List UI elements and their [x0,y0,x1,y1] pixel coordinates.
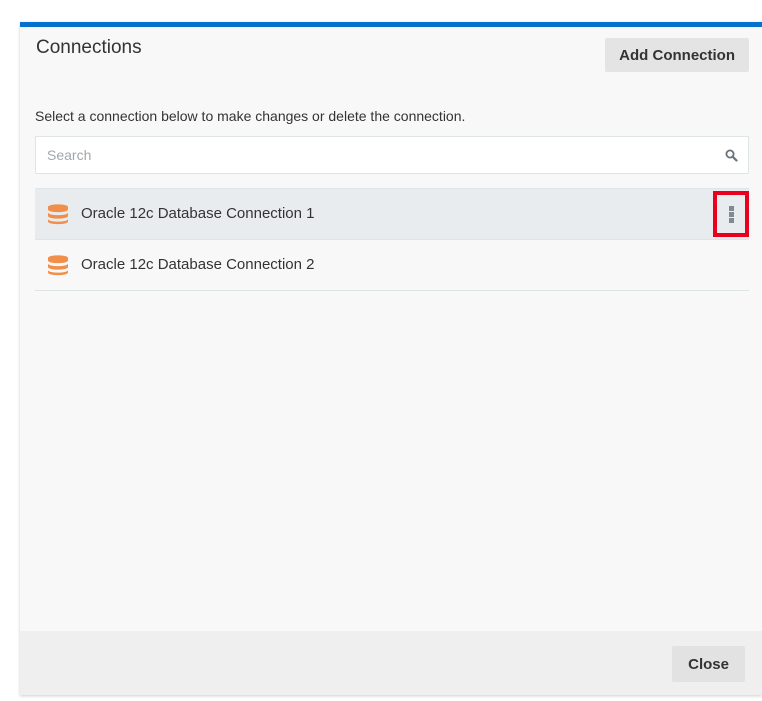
kebab-dot [729,206,734,211]
connections-dialog: Connections Add Connection Select a conn… [20,22,762,695]
search-box [35,136,749,174]
connection-row[interactable]: Oracle 12c Database Connection 1 [35,189,749,240]
database-icon [48,204,68,225]
close-button[interactable]: Close [672,646,745,682]
dialog-title: Connections [36,37,142,58]
add-connection-button[interactable]: Add Connection [605,38,749,72]
connections-list: Oracle 12c Database Connection 1 Oracle … [35,188,749,291]
connection-row[interactable]: Oracle 12c Database Connection 2 [35,240,749,291]
dialog-footer: Close [20,631,762,695]
database-icon [48,255,68,276]
search-icon[interactable] [725,149,738,162]
dialog-header: Connections Add Connection [20,27,762,87]
dialog-description: Select a connection below to make change… [35,108,466,124]
connection-label: Oracle 12c Database Connection 2 [81,256,315,273]
connection-label: Oracle 12c Database Connection 1 [81,205,315,222]
search-input[interactable] [36,137,748,173]
kebab-dot [729,212,734,217]
kebab-menu-icon[interactable] [713,191,749,237]
kebab-dot [729,218,734,223]
